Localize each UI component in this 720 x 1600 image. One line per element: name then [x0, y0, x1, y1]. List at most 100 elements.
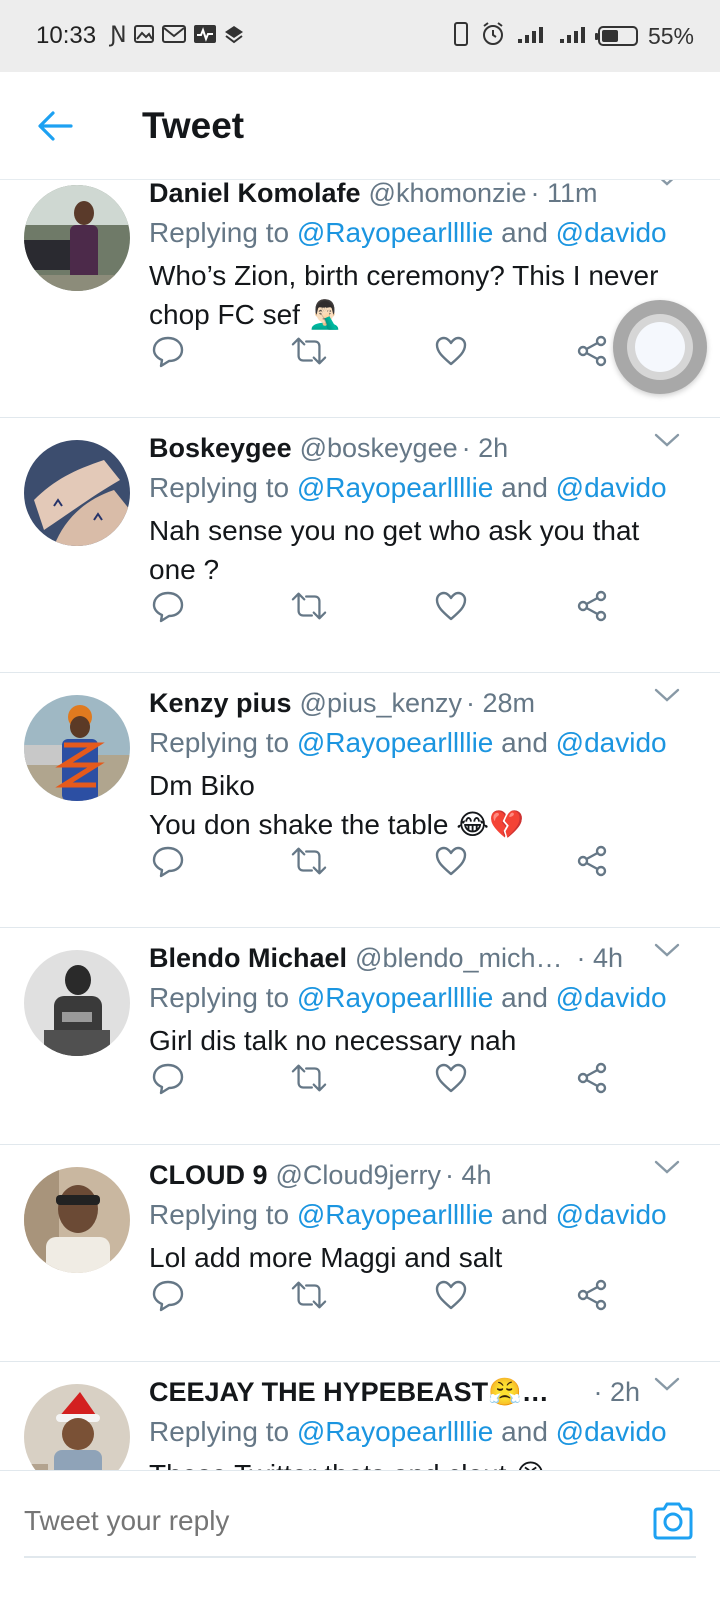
retweet-button[interactable]	[291, 588, 327, 624]
replying-to: Replying to @Rayopearllllie and @davido	[149, 723, 680, 763]
battery-percentage: 55%	[647, 22, 694, 49]
more-options-button[interactable]	[654, 1159, 680, 1180]
share-button[interactable]	[574, 1060, 610, 1096]
reply-button[interactable]	[150, 588, 186, 624]
replying-to-label: Replying to	[149, 472, 297, 503]
mention-link[interactable]: @davido	[556, 727, 667, 758]
assistive-touch-button[interactable]	[613, 300, 707, 394]
author-name[interactable]: Daniel Komolafe	[149, 180, 361, 211]
reply-icon	[152, 846, 184, 878]
tweet-reply[interactable]: CLOUD 9 @Cloud9jerry · 4h Replying to @R…	[0, 1145, 720, 1362]
reply-composer	[0, 1470, 720, 1570]
retweet-button[interactable]	[291, 843, 327, 879]
share-button[interactable]	[574, 588, 610, 624]
retweet-icon	[292, 337, 327, 365]
share-button[interactable]	[574, 1277, 610, 1313]
author-name[interactable]: CEEJAY THE HYPEBEAST😤…	[149, 1374, 549, 1410]
retweet-button[interactable]	[291, 1060, 327, 1096]
tweet-text-line: Dm Biko	[149, 770, 255, 801]
back-button[interactable]	[0, 72, 110, 180]
mention-link[interactable]: @Rayopearllllie	[297, 1416, 494, 1447]
avatar[interactable]	[24, 950, 130, 1056]
like-button[interactable]	[433, 1060, 469, 1096]
like-button[interactable]	[433, 333, 469, 369]
tweet-reply[interactable]: Blendo Michael @blendo_mich… · 4h Replyi…	[0, 928, 720, 1145]
share-button[interactable]	[574, 843, 610, 879]
conjunction: and	[493, 727, 556, 758]
tweet-text-line: You don shake the table 😂💔	[149, 809, 524, 840]
chevron-down-icon	[654, 433, 680, 447]
tweet-time: · 28m	[466, 688, 536, 718]
mention-link[interactable]: @Rayopearllllie	[297, 982, 494, 1013]
tweet-time: · 2h	[593, 1377, 640, 1407]
more-options-button[interactable]	[654, 180, 680, 192]
reply-icon	[152, 1280, 184, 1312]
avatar[interactable]	[24, 185, 130, 291]
tweet-reply[interactable]: Boskeygee @boskeygee · 2h Replying to @R…	[0, 418, 720, 673]
retweet-button[interactable]	[291, 333, 327, 369]
tweet-reply[interactable]: Kenzy pius @pius_kenzy · 28m Replying to…	[0, 673, 720, 928]
mention-link[interactable]: @davido	[556, 982, 667, 1013]
composer-underline	[24, 1556, 696, 1558]
author-name[interactable]: Boskeygee	[149, 430, 292, 466]
like-button[interactable]	[433, 588, 469, 624]
tweet-reply[interactable]: Daniel Komolafe @khomonzie · 11m Replyin…	[0, 180, 720, 418]
tweet-actions	[150, 1060, 610, 1096]
avatar[interactable]	[24, 440, 130, 546]
vibrate-icon	[452, 21, 470, 52]
mention-link[interactable]: @Rayopearllllie	[297, 1199, 494, 1230]
author-name[interactable]: Blendo Michael	[149, 940, 347, 976]
share-button[interactable]	[574, 333, 610, 369]
signal-icon	[516, 23, 548, 50]
more-options-button[interactable]	[654, 942, 680, 963]
reply-input[interactable]	[24, 1504, 650, 1537]
author-handle: @khomonzie	[368, 180, 527, 208]
mention-link[interactable]: @davido	[556, 1199, 667, 1230]
mention-link[interactable]: @davido	[556, 472, 667, 503]
bottom-strip	[0, 1570, 720, 1600]
author-name[interactable]: CLOUD 9	[149, 1157, 268, 1193]
share-icon	[577, 845, 607, 877]
assistive-touch-dot	[635, 322, 685, 372]
more-options-button[interactable]	[654, 1376, 680, 1397]
chevron-down-icon	[654, 943, 680, 957]
reply-button[interactable]	[150, 843, 186, 879]
camera-button[interactable]	[650, 1498, 696, 1544]
tweet-text: Girl dis talk no necessary nah	[149, 1021, 689, 1060]
like-button[interactable]	[433, 843, 469, 879]
retweet-button[interactable]	[291, 1277, 327, 1313]
heart-icon	[435, 591, 466, 621]
avatar[interactable]	[24, 1167, 130, 1273]
heart-icon	[435, 846, 466, 876]
reply-button[interactable]	[150, 333, 186, 369]
more-options-button[interactable]	[654, 687, 680, 708]
tweet-time: · 4h	[576, 943, 624, 973]
notification-icons: Ɲ	[110, 23, 244, 50]
like-button[interactable]	[433, 1277, 469, 1313]
tweet-reply[interactable]: CEEJAY THE HYPEBEAST😤… · 2h Replying to …	[0, 1362, 720, 1470]
avatar[interactable]	[24, 1384, 130, 1470]
share-icon	[577, 335, 607, 367]
share-icon	[577, 1279, 607, 1311]
heart-icon	[435, 1280, 466, 1310]
mention-link[interactable]: @Rayopearllllie	[297, 727, 494, 758]
page-title: Tweet	[142, 104, 245, 146]
mention-link[interactable]: @Rayopearllllie	[297, 472, 494, 503]
battery-icon	[594, 26, 638, 46]
reply-list[interactable]: Daniel Komolafe @khomonzie · 11m Replyin…	[0, 180, 720, 1470]
tweet-text-line: These Twitter thots and clout 😭	[149, 1455, 689, 1470]
tweet-text-line: Lol add more Maggi and salt	[149, 1242, 503, 1273]
replying-to: Replying to @Rayopearllllie and @davido	[149, 1412, 680, 1452]
reply-button[interactable]	[150, 1277, 186, 1313]
mention-link[interactable]: @davido	[556, 217, 667, 248]
mail-icon	[161, 23, 187, 50]
retweet-icon	[292, 592, 327, 620]
avatar[interactable]	[24, 695, 130, 801]
replying-to-label: Replying to	[149, 217, 297, 248]
tweet-actions	[150, 588, 610, 624]
mention-link[interactable]: @davido	[556, 1416, 667, 1447]
mention-link[interactable]: @Rayopearllllie	[297, 217, 494, 248]
more-options-button[interactable]	[654, 432, 680, 453]
author-name[interactable]: Kenzy pius	[149, 685, 292, 721]
reply-button[interactable]	[150, 1060, 186, 1096]
